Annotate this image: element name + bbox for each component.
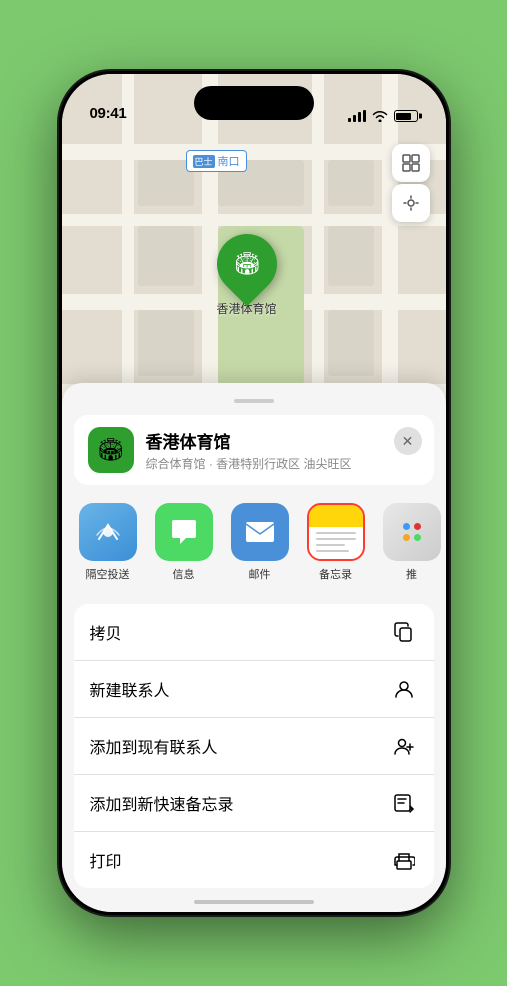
action-quick-note[interactable]: 添加到新快速备忘录 (74, 775, 434, 832)
pin-circle: 🏟 (204, 222, 289, 307)
print-icon (393, 849, 415, 871)
action-new-contact[interactable]: 新建联系人 (74, 661, 434, 718)
person-add-icon-wrap (390, 732, 418, 760)
messages-icon (155, 503, 213, 561)
wifi-icon (372, 110, 388, 122)
note-icon-wrap (390, 789, 418, 817)
apps-scroll-container: 隔空投送 信息 (62, 499, 446, 586)
mail-label: 邮件 (249, 566, 271, 582)
person-icon (393, 678, 415, 700)
phone-frame: 09:41 (59, 71, 449, 915)
map-type-icon (401, 153, 421, 173)
location-info: 香港体育馆 综合体育馆 · 香港特别行政区 油尖旺区 (146, 428, 420, 472)
share-apps-row: 隔空投送 信息 (62, 485, 446, 596)
battery-icon (394, 110, 418, 122)
location-label-text: 南口 (218, 153, 240, 169)
person-icon-wrap (390, 675, 418, 703)
airdrop-icon (79, 503, 137, 561)
venue-subtitle: 综合体育馆 · 香港特别行政区 油尖旺区 (146, 455, 420, 472)
dynamic-island (194, 86, 314, 120)
share-app-messages[interactable]: 信息 (146, 499, 222, 586)
share-app-airdrop[interactable]: 隔空投送 (70, 499, 146, 586)
map-type-button[interactable] (392, 144, 430, 182)
note-icon (393, 792, 415, 814)
phone-screen: 09:41 (62, 74, 446, 912)
action-add-existing[interactable]: 添加到现有联系人 (74, 718, 434, 775)
stadium-pin: 🏟 香港体育馆 (217, 234, 277, 317)
status-time: 09:41 (90, 105, 127, 122)
action-copy[interactable]: 拷贝 (74, 604, 434, 661)
add-existing-label: 添加到现有联系人 (90, 734, 218, 758)
print-label: 打印 (90, 848, 122, 872)
location-card: 🏟 香港体育馆 综合体育馆 · 香港特别行政区 油尖旺区 ✕ (74, 415, 434, 485)
close-icon: ✕ (402, 433, 414, 450)
sheet-handle (234, 399, 274, 403)
location-button[interactable] (392, 184, 430, 222)
new-contact-label: 新建联系人 (90, 677, 170, 701)
copy-icon-wrap (390, 618, 418, 646)
mail-icon (231, 503, 289, 561)
status-icons (348, 110, 418, 122)
messages-label: 信息 (173, 566, 195, 582)
copy-label: 拷贝 (90, 620, 122, 644)
map-controls (392, 144, 430, 222)
signal-icon (348, 110, 366, 122)
airdrop-label: 隔空投送 (86, 566, 130, 582)
share-app-mail[interactable]: 邮件 (222, 499, 298, 586)
print-icon-wrap (390, 846, 418, 874)
more-icon (383, 503, 441, 561)
location-label: 巴士 南口 (186, 150, 247, 172)
action-print[interactable]: 打印 (74, 832, 434, 888)
share-app-notes[interactable]: 备忘录 (298, 499, 374, 586)
quick-note-label: 添加到新快速备忘录 (90, 791, 234, 815)
notes-icon-highlighted (307, 503, 365, 561)
more-label: 推 (406, 566, 417, 582)
stadium-icon: 🏟 (233, 251, 261, 277)
person-add-icon (393, 735, 415, 757)
venue-name: 香港体育馆 (146, 428, 420, 453)
close-button[interactable]: ✕ (394, 427, 422, 455)
home-indicator (194, 900, 314, 904)
bus-icon: 巴士 (193, 155, 215, 168)
location-icon (401, 193, 421, 213)
venue-icon: 🏟 (88, 427, 134, 473)
copy-icon (393, 621, 415, 643)
bottom-sheet: 🏟 香港体育馆 综合体育馆 · 香港特别行政区 油尖旺区 ✕ (62, 383, 446, 912)
notes-label: 备忘录 (319, 566, 352, 582)
share-app-more[interactable]: 推 (374, 499, 446, 586)
action-list: 拷贝 新建联系人 (74, 604, 434, 888)
